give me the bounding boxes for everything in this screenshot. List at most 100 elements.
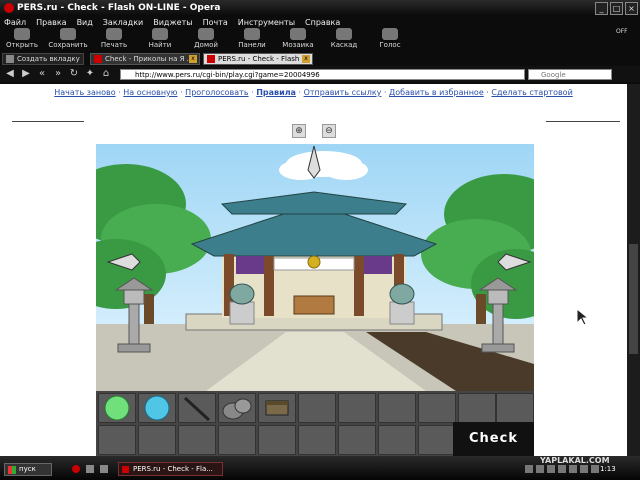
reload-icon[interactable]: ↻ bbox=[68, 68, 80, 80]
check-button[interactable]: Check bbox=[453, 422, 534, 456]
back-icon[interactable]: ◀ bbox=[4, 68, 16, 80]
new-tab-icon bbox=[6, 55, 14, 63]
save-icon bbox=[60, 28, 76, 40]
inventory-slot-15[interactable] bbox=[218, 425, 256, 455]
quicklaunch-icon[interactable] bbox=[86, 465, 94, 473]
link-vote[interactable]: Проголосовать bbox=[185, 88, 248, 97]
new-tab-button[interactable]: Создать вкладку bbox=[2, 53, 84, 65]
minimize-icon[interactable]: _ bbox=[595, 2, 608, 15]
close-tab-icon[interactable]: x bbox=[189, 55, 197, 63]
start-button[interactable]: пуск bbox=[4, 463, 52, 476]
cascade-button[interactable]: Каскад bbox=[324, 28, 364, 52]
page-icon bbox=[207, 55, 215, 63]
maximize-icon[interactable]: □ bbox=[610, 2, 623, 15]
menu-edit[interactable]: Правка bbox=[36, 18, 66, 27]
scrollbar[interactable] bbox=[627, 84, 640, 456]
link-favorites[interactable]: Добавить в избранное bbox=[389, 88, 484, 97]
link-start-page[interactable]: Сделать стартовой bbox=[491, 88, 572, 97]
menu-file[interactable]: Файл bbox=[4, 18, 26, 27]
panels-button[interactable]: Панели bbox=[232, 28, 272, 52]
open-button[interactable]: Открыть bbox=[2, 28, 42, 52]
tray-icon[interactable] bbox=[569, 465, 577, 473]
inventory-slot-9[interactable] bbox=[418, 393, 456, 423]
inventory-slot-5[interactable] bbox=[258, 393, 296, 423]
tab-bar: Создать вкладку Check - Приколы на Я ...… bbox=[0, 52, 640, 66]
forward-icon[interactable]: ▶ bbox=[20, 68, 32, 80]
save-button[interactable]: Сохранить bbox=[48, 28, 88, 52]
rewind-icon[interactable]: « bbox=[36, 68, 48, 80]
voice-off-indicator[interactable]: OFF bbox=[616, 28, 628, 35]
print-icon bbox=[106, 28, 122, 40]
inventory-slot-1[interactable] bbox=[98, 393, 136, 423]
address-input[interactable]: http://www.pers.ru/cgi-bin/play.cgi?game… bbox=[120, 69, 525, 80]
menu-widgets[interactable]: Виджеты bbox=[153, 18, 192, 27]
shrine-scene[interactable] bbox=[96, 144, 534, 391]
tab-check-jokes[interactable]: Check - Приколы на Я ... x bbox=[90, 53, 200, 65]
inventory-slot-8[interactable] bbox=[378, 393, 416, 423]
open-icon bbox=[14, 28, 30, 40]
home-button[interactable]: Домой bbox=[186, 28, 226, 52]
tab-pers-check[interactable]: PERS.ru - Check - Flash ... x bbox=[203, 53, 313, 65]
tray-icon[interactable] bbox=[525, 465, 533, 473]
fast-forward-icon[interactable]: » bbox=[52, 68, 64, 80]
link-rules[interactable]: Правила bbox=[256, 88, 296, 97]
zoom-in-icon[interactable]: ⊕ bbox=[292, 124, 306, 138]
menu-mail[interactable]: Почта bbox=[203, 18, 228, 27]
inventory-slot-17[interactable] bbox=[298, 425, 336, 455]
tray-icon[interactable] bbox=[536, 465, 544, 473]
find-button[interactable]: Найти bbox=[140, 28, 180, 52]
tray-icon[interactable] bbox=[558, 465, 566, 473]
inventory-slot-10[interactable] bbox=[458, 393, 496, 423]
inventory-slot-16[interactable] bbox=[258, 425, 296, 455]
opera-task-icon bbox=[122, 466, 129, 473]
menu-bar: Файл Правка Вид Закладки Виджеты Почта И… bbox=[0, 16, 640, 28]
menu-tools[interactable]: Инструменты bbox=[238, 18, 295, 27]
print-button[interactable]: Печать bbox=[94, 28, 134, 52]
wand-icon[interactable]: ✦ bbox=[84, 68, 96, 80]
inventory-slot-2[interactable] bbox=[138, 393, 176, 423]
flash-game[interactable]: Check bbox=[96, 144, 534, 456]
opera-quicklaunch-icon[interactable] bbox=[72, 465, 80, 473]
menu-view[interactable]: Вид bbox=[77, 18, 93, 27]
inventory-slot-19[interactable] bbox=[378, 425, 416, 455]
divider-right bbox=[546, 121, 620, 122]
tray-icon[interactable] bbox=[591, 465, 599, 473]
quicklaunch-icon[interactable] bbox=[100, 465, 108, 473]
page-links: Начать заново · На основную · Проголосов… bbox=[54, 88, 573, 97]
taskbar-item-opera[interactable]: PERS.ru - Check - Fla... bbox=[118, 462, 223, 476]
voice-button[interactable]: Голос bbox=[370, 28, 410, 52]
close-tab-icon[interactable]: x bbox=[302, 55, 310, 63]
link-home[interactable]: На основную bbox=[123, 88, 177, 97]
tile-button[interactable]: Мозаика bbox=[278, 28, 318, 52]
tile-icon bbox=[290, 28, 306, 40]
title-bar: PERS.ru - Check - Flash ON-LINE - Opera … bbox=[0, 0, 640, 16]
tray-icon[interactable] bbox=[580, 465, 588, 473]
scrollbar-thumb[interactable] bbox=[629, 244, 638, 354]
link-restart[interactable]: Начать заново bbox=[54, 88, 115, 97]
close-icon[interactable]: × bbox=[625, 2, 638, 15]
opera-logo-icon bbox=[4, 3, 14, 13]
blue-orb-icon bbox=[144, 395, 170, 421]
tray-icon[interactable] bbox=[547, 465, 555, 473]
inventory-slot-4[interactable] bbox=[218, 393, 256, 423]
inventory-slot-18[interactable] bbox=[338, 425, 376, 455]
link-send[interactable]: Отправить ссылку bbox=[304, 88, 382, 97]
inventory-slot-14[interactable] bbox=[178, 425, 216, 455]
clock: 1:13 bbox=[600, 465, 616, 473]
inventory-slot-3[interactable] bbox=[178, 393, 216, 423]
menu-help[interactable]: Справка bbox=[305, 18, 340, 27]
inventory-slot-13[interactable] bbox=[138, 425, 176, 455]
inventory-slot-20[interactable] bbox=[418, 425, 456, 455]
inventory-slot-11[interactable] bbox=[496, 393, 534, 423]
inventory-slot-7[interactable] bbox=[338, 393, 376, 423]
menu-bookmarks[interactable]: Закладки bbox=[103, 18, 143, 27]
inventory-slot-12[interactable] bbox=[98, 425, 136, 455]
home-nav-icon[interactable]: ⌂ bbox=[100, 68, 112, 80]
page-icon bbox=[94, 55, 102, 63]
inventory-slot-6[interactable] bbox=[298, 393, 336, 423]
voice-icon bbox=[382, 28, 398, 40]
divider-left bbox=[12, 121, 84, 122]
treasure-box-icon bbox=[265, 400, 289, 416]
zoom-out-icon[interactable]: ⊖ bbox=[322, 124, 336, 138]
search-input[interactable]: Google bbox=[528, 69, 612, 80]
